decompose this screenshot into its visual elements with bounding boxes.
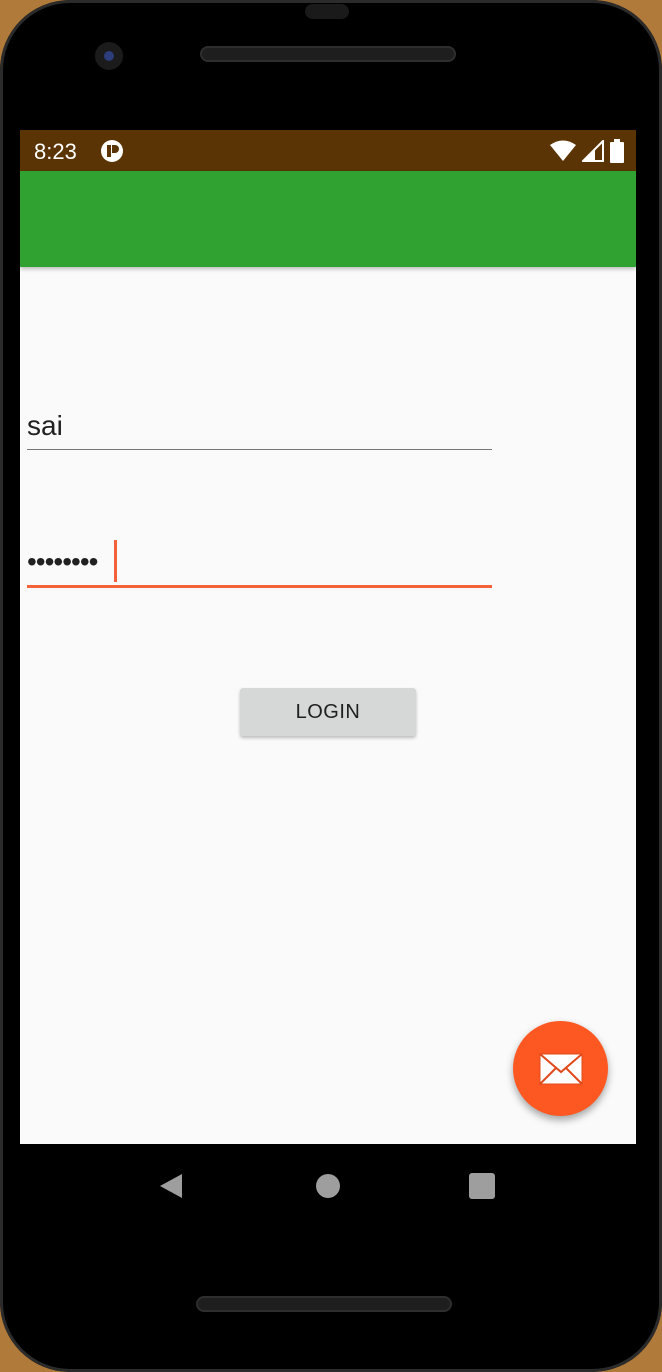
password-value: ••••••••	[27, 546, 98, 577]
mail-icon	[538, 1052, 583, 1085]
battery-icon	[610, 139, 624, 163]
navigation-bar	[20, 1144, 636, 1228]
phone-frame: 8:23 sai •••••••• LOGIN	[0, 0, 662, 1372]
top-notch	[305, 4, 349, 19]
login-button[interactable]: LOGIN	[240, 688, 416, 736]
back-icon[interactable]	[158, 1172, 186, 1200]
text-cursor	[114, 540, 117, 582]
username-value: sai	[27, 410, 63, 441]
mail-fab-button[interactable]	[513, 1021, 608, 1116]
username-field[interactable]: sai	[27, 406, 492, 450]
status-bar: 8:23	[20, 130, 636, 171]
device-screen: 8:23 sai •••••••• LOGIN	[20, 130, 636, 1144]
status-icons	[550, 139, 624, 163]
wifi-icon	[550, 140, 576, 161]
front-camera	[95, 42, 123, 70]
app-bar	[20, 171, 636, 267]
earpiece-speaker	[200, 46, 456, 62]
recents-icon[interactable]	[468, 1172, 496, 1200]
home-icon[interactable]	[314, 1172, 342, 1200]
bottom-speaker	[196, 1296, 452, 1312]
password-field[interactable]: ••••••••	[27, 538, 492, 588]
cell-signal-icon	[582, 140, 604, 162]
status-time: 8:23	[34, 139, 77, 164]
notification-icon	[101, 140, 123, 162]
